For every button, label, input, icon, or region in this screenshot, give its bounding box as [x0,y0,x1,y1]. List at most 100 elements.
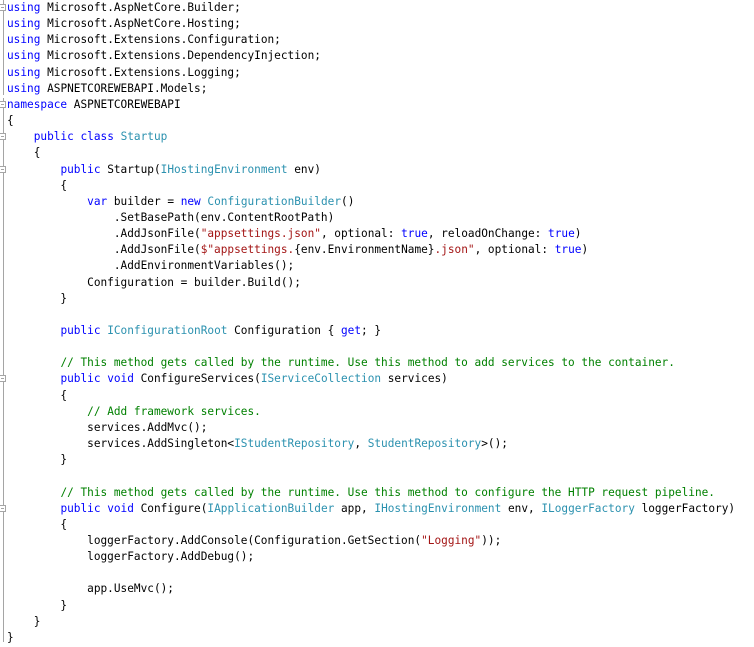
keyword-token: true [554,243,582,257]
keyword-token: get [340,324,362,337]
type-token: IApplicationBuilder [207,501,335,515]
plain-token: app, [334,501,375,515]
keyword-token: true [548,227,575,241]
plain-token: { [7,178,68,192]
code-text: using Microsoft.AspNetCore.Builder; [7,0,241,16]
plain-token: , [354,437,368,451]
code-text: } [7,291,67,307]
collapse-toggle-icon[interactable] [0,165,6,173]
outline-guide [3,98,4,642]
keyword-token: var [87,194,108,208]
comment-token: // This method gets called by the runtim… [60,485,715,499]
plain-token: ASPNETCOREWEBAPI.Models; [40,81,208,95]
keyword-token: public [60,372,101,386]
code-text: .AddJsonFile($"appsettings.{env.Environm… [7,242,588,258]
string-token: "Logging" [421,533,482,547]
keyword-token: using [7,33,41,47]
plain-token: services.AddMvc(); [7,420,208,434]
collapse-toggle-icon[interactable] [0,504,6,512]
plain-token: Microsoft.AspNetCore.Hosting; [40,17,241,31]
keyword-token: void [107,372,134,386]
keyword-token: public [60,501,101,515]
type-token: IHostingEnvironment [374,501,502,515]
plain-token: , reloadOnChange: [427,227,549,241]
keyword-token: using [7,81,41,95]
type-token: IConfigurationRoot [107,324,228,337]
keyword-token: public [33,130,74,144]
comment-token: // Add framework services. [87,404,261,418]
plain-token: } [7,453,68,467]
plain-token: ) [574,227,582,241]
code-text: { [7,113,14,129]
plain-token: builder = [107,194,181,208]
code-text: } [7,452,67,468]
code-text: var builder = new ConfigurationBuilder() [7,194,354,210]
code-text: public Startup(IHostingEnvironment env) [7,162,321,178]
collapse-toggle-icon[interactable] [0,133,6,141]
plain-token: Microsoft.Extensions.Configuration; [40,33,281,47]
plain-token: env, [501,501,542,515]
type-token: IStudentRepository [234,437,355,451]
plain-token: , optional: [474,243,555,257]
code-text: // This method gets called by the runtim… [7,355,675,371]
collapse-toggle-icon[interactable] [0,375,6,383]
plain-token: } [7,614,41,628]
plain-token: >(); [481,437,508,451]
string-token: $"appsettings. [200,243,295,257]
code-text: .AddEnvironmentVariables(); [7,258,294,274]
code-text: .SetBasePath(env.ContentRootPath) [7,210,334,226]
type-token: IServiceCollection [260,372,382,386]
plain-token: ) [581,243,589,257]
plain-token: Configuration = builder.Build(); [7,275,301,289]
plain-token: loggerFactory.AddDebug(); [7,550,255,564]
type-token: ConfigurationBuilder [207,194,342,208]
code-text: } [7,614,41,630]
plain-token: Configure( [133,501,208,515]
plain-token: .AddEnvironmentVariables(); [7,259,295,273]
plain-token: { [7,517,68,531]
plain-token: { [7,146,41,160]
plain-token: ConfigureServices( [133,372,261,386]
code-text: public void Configure(IApplicationBuilde… [7,501,735,517]
code-text: { [7,388,67,404]
collapse-toggle-icon[interactable] [0,4,6,11]
code-text: using Microsoft.Extensions.DependencyInj… [7,48,321,64]
code-text: services.AddMvc(); [7,420,207,436]
type-token: IHostingEnvironment [160,162,288,176]
plain-token: , optional: [320,227,402,241]
keyword-token: class [80,130,114,144]
plain-token: ASPNETCOREWEBAPI [67,97,181,111]
keyword-token: using [7,65,41,79]
code-text: Configuration = builder.Build(); [7,275,301,291]
string-token: "appsettings.json" [200,227,321,241]
code-text: using Microsoft.AspNetCore.Hosting; [7,16,241,32]
code-text: { [7,145,41,161]
keyword-token: public [60,324,101,337]
plain-token: Configuration { [227,324,341,337]
keyword-token: using [7,17,41,31]
plain-token: Microsoft.Extensions.DependencyInjection… [40,49,321,63]
plain-token: } [7,598,68,612]
plain-token: {env.EnvironmentName} [294,243,435,257]
plain-token: ; } [361,324,382,337]
code-text: public IConfigurationRoot Configuration … [7,323,381,339]
plain-token: loggerFactory) [634,501,736,515]
comment-token: // This method gets called by the runtim… [60,356,675,370]
code-text: // This method gets called by the runtim… [7,485,715,501]
collapse-toggle-icon[interactable] [0,100,6,108]
code-editor[interactable]: using Microsoft.AspNetCore.Builder; using… [0,0,754,647]
keyword-token: void [107,501,134,515]
string-token: .json" [434,243,475,257]
keyword-token: using [7,49,41,63]
keyword-token: public [60,162,101,176]
keyword-token: namespace [7,97,68,111]
code-text: .AddJsonFile("appsettings.json", optiona… [7,226,582,242]
